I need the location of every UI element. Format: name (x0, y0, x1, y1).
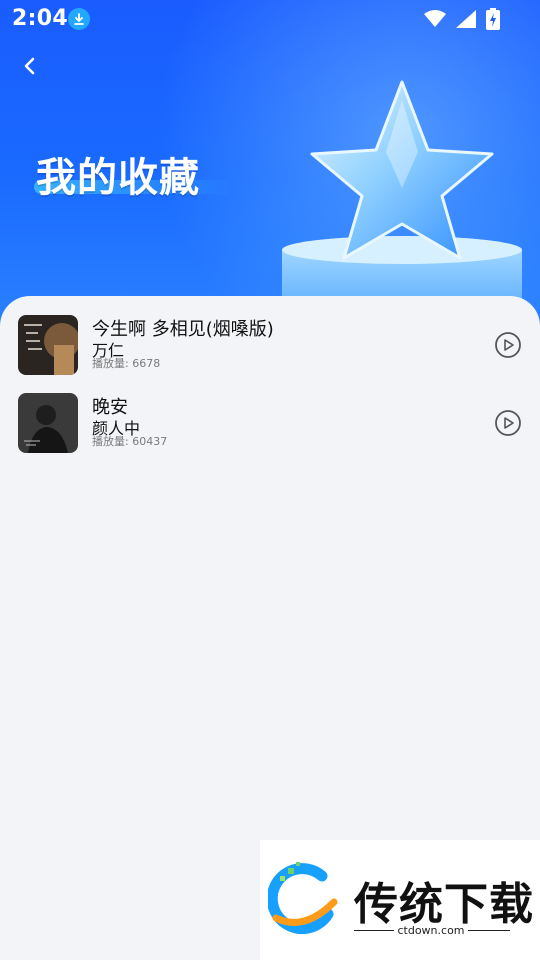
page-title: 我的收藏 (36, 155, 200, 201)
wifi-icon (424, 10, 446, 32)
play-button[interactable] (494, 331, 522, 359)
play-button[interactable] (494, 409, 522, 437)
battery-icon (486, 8, 500, 34)
back-button[interactable] (16, 52, 44, 80)
header-banner: 2:04 我的收藏 (0, 0, 540, 330)
status-bar: 2:04 (0, 0, 540, 38)
star-icon (278, 78, 526, 328)
album-cover (18, 393, 78, 453)
album-cover (18, 315, 78, 375)
play-count: 播放量: 6678 (92, 357, 161, 370)
signal-icon (456, 10, 476, 32)
watermark: 传统下载 ctdown.com (260, 840, 540, 960)
download-icon (68, 8, 90, 30)
divider (468, 930, 510, 931)
play-icon (495, 410, 521, 436)
play-count: 播放量: 60437 (92, 435, 168, 448)
list-item[interactable]: 今生啊 多相见(烟嗓版) 万仁 播放量: 6678 (18, 315, 522, 377)
watermark-logo (268, 862, 338, 935)
status-time: 2:04 (12, 6, 68, 31)
back-arrow-icon (24, 57, 35, 75)
list-item[interactable]: 晚安 颜人中 播放量: 60437 (18, 393, 522, 455)
watermark-name: 传统下载 (354, 879, 534, 930)
play-icon (495, 332, 521, 358)
